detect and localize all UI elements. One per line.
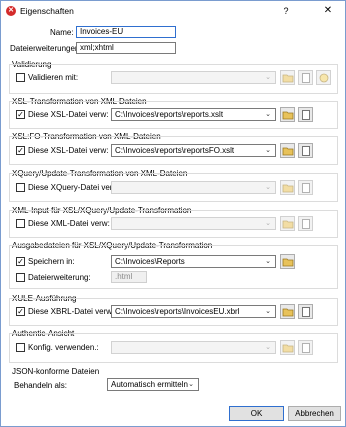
xquery-browse-button[interactable] [280, 180, 295, 195]
json-treat-as-select[interactable]: Automatisch ermitteln ⌄ [107, 378, 199, 391]
folder-open-icon [282, 111, 294, 120]
document-icon [302, 343, 310, 353]
close-button[interactable]: ✕ [321, 4, 335, 18]
chevron-down-icon: ⌄ [188, 381, 194, 388]
validation-browse-button[interactable] [280, 70, 295, 85]
chevron-down-icon: ⌄ [265, 111, 271, 118]
xmlinput-file-combo[interactable]: ⌄ [111, 217, 276, 230]
xsl-checkbox[interactable]: ✓ [16, 110, 25, 119]
name-input[interactable]: Invoices-EU [76, 26, 176, 38]
xule-checkbox-label: Diese XBRL-Datei verw: [28, 307, 115, 316]
folder-open-icon [282, 220, 294, 229]
validation-window-button[interactable] [298, 70, 313, 85]
output-browse-button[interactable] [280, 254, 295, 269]
xslfo-file-value: C:\Invoices\reports\reportsFO.xslt [115, 146, 235, 155]
properties-dialog: ✕ Eigenschaften ? ✕ Name: Invoices-EU Da… [0, 0, 346, 427]
xmlinput-checkbox-label: Diese XML-Datei verw: [28, 219, 110, 228]
chevron-down-icon: ⌄ [265, 74, 271, 81]
authentic-browse-button[interactable] [280, 340, 295, 355]
xslfo-browse-button[interactable] [280, 143, 295, 158]
output-save-label: Speichern in: [28, 257, 75, 266]
globe-icon [319, 73, 329, 83]
authentic-checkbox-label: Konfig. verwenden.: [28, 343, 99, 352]
xquery-window-button[interactable] [298, 180, 313, 195]
validation-file-combo[interactable]: ⌄ [111, 71, 276, 84]
folder-open-icon [282, 344, 294, 353]
xsl-window-button[interactable] [298, 107, 313, 122]
output-save-checkbox[interactable]: ✓ [16, 257, 25, 266]
ok-button[interactable]: OK [229, 406, 284, 421]
document-icon [302, 183, 310, 193]
xmlinput-checkbox[interactable] [16, 219, 25, 228]
xslfo-checkbox-label: Diese XSL-Datei verw: [28, 146, 109, 155]
authentic-window-button[interactable] [298, 340, 313, 355]
folder-open-icon [282, 74, 294, 83]
document-icon [302, 73, 310, 83]
chevron-down-icon: ⌄ [265, 184, 271, 191]
authentic-checkbox[interactable] [16, 343, 25, 352]
xslfo-window-button[interactable] [298, 143, 313, 158]
output-folder-value: C:\Invoices\Reports [115, 257, 185, 266]
chevron-down-icon: ⌄ [265, 147, 271, 154]
name-label: Name: [50, 28, 74, 37]
chevron-down-icon: ⌄ [265, 258, 271, 265]
output-extension-input[interactable]: .html [111, 271, 147, 283]
xule-checkbox[interactable]: ✓ [16, 307, 25, 316]
chevron-down-icon: ⌄ [265, 344, 271, 351]
extensions-input[interactable]: xml;xhtml [76, 42, 176, 54]
xquery-checkbox[interactable] [16, 183, 25, 192]
chevron-down-icon: ⌄ [265, 308, 271, 315]
output-extension-checkbox[interactable] [16, 273, 25, 282]
dialog-title: Eigenschaften [20, 6, 74, 16]
folder-open-icon [282, 147, 294, 156]
xquery-file-combo[interactable]: ⌄ [111, 181, 276, 194]
json-treat-as-value: Automatisch ermitteln [111, 380, 188, 389]
json-treat-as-label: Behandeln als: [14, 381, 67, 390]
folder-open-icon [282, 258, 294, 267]
xquery-checkbox-label: Diese XQuery-Datei verw: [28, 183, 121, 192]
xsl-checkbox-label: Diese XSL-Datei verw: [28, 110, 109, 119]
xule-file-combo[interactable]: C:\Invoices\reports\InvoicesEU.xbrl ⌄ [111, 305, 276, 318]
xule-browse-button[interactable] [280, 304, 295, 319]
xsl-file-value: C:\Invoices\reports\reports.xslt [115, 110, 224, 119]
folder-open-icon [282, 184, 294, 193]
document-icon [302, 219, 310, 229]
document-icon [302, 146, 310, 156]
xsl-file-combo[interactable]: C:\Invoices\reports\reports.xslt ⌄ [111, 108, 276, 121]
json-group-title: JSON-konforme Dateien [12, 367, 100, 376]
xmlinput-browse-button[interactable] [280, 216, 295, 231]
chevron-down-icon: ⌄ [265, 220, 271, 227]
cancel-button[interactable]: Abbrechen [288, 406, 341, 421]
output-folder-combo[interactable]: C:\Invoices\Reports ⌄ [111, 255, 276, 268]
title-bar: ✕ Eigenschaften ? ✕ [1, 1, 345, 21]
xmlinput-window-button[interactable] [298, 216, 313, 231]
folder-open-icon [282, 308, 294, 317]
help-button[interactable]: ? [279, 4, 293, 18]
xule-file-value: C:\Invoices\reports\InvoicesEU.xbrl [115, 307, 240, 316]
xslfo-checkbox[interactable]: ✓ [16, 146, 25, 155]
validation-global-button[interactable] [316, 70, 331, 85]
validation-checkbox-label: Validieren mit: [28, 73, 79, 82]
validation-checkbox[interactable] [16, 73, 25, 82]
xslfo-file-combo[interactable]: C:\Invoices\reports\reportsFO.xslt ⌄ [111, 144, 276, 157]
document-icon [302, 110, 310, 120]
app-logo-icon: ✕ [6, 6, 16, 16]
output-extension-label: Dateierweiterung: [28, 273, 91, 282]
document-icon [302, 307, 310, 317]
extensions-label: Dateierweiterungen: [10, 44, 82, 53]
xule-window-button[interactable] [298, 304, 313, 319]
xsl-browse-button[interactable] [280, 107, 295, 122]
authentic-file-combo[interactable]: ⌄ [111, 341, 276, 354]
